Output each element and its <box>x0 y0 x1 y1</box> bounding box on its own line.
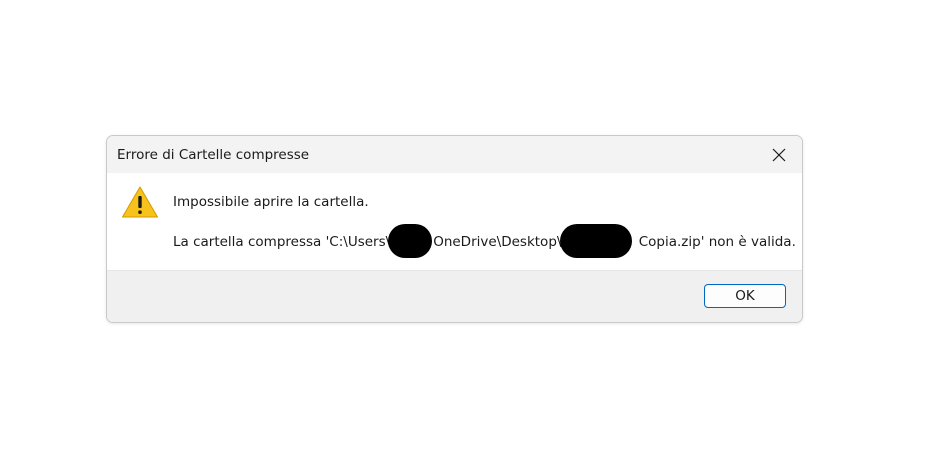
close-button[interactable] <box>756 136 802 173</box>
dialog-footer: OK <box>107 270 802 322</box>
redacted-filename <box>560 224 633 258</box>
ok-button[interactable]: OK <box>704 284 786 308</box>
detail-text-part1: La cartella compressa 'C:\Users\ <box>173 234 391 250</box>
redacted-username <box>388 224 433 258</box>
detail-text-part2: OneDrive\Desktop\ <box>433 234 562 250</box>
detail-text-part3: Copia.zip' non è valida. <box>634 234 796 250</box>
error-detail: La cartella compressa 'C:\Users\ OneDrive… <box>173 224 796 258</box>
close-icon <box>772 148 786 162</box>
dialog-title-bar[interactable]: Errore di Cartelle compresse <box>107 136 802 173</box>
dialog-content: Impossibile aprire la cartella. La carte… <box>107 173 802 270</box>
error-message: Impossibile aprire la cartella. <box>173 194 369 210</box>
error-dialog: Errore di Cartelle compresse Impossibile… <box>106 135 803 323</box>
dialog-title: Errore di Cartelle compresse <box>117 147 310 163</box>
warning-icon <box>122 186 158 218</box>
